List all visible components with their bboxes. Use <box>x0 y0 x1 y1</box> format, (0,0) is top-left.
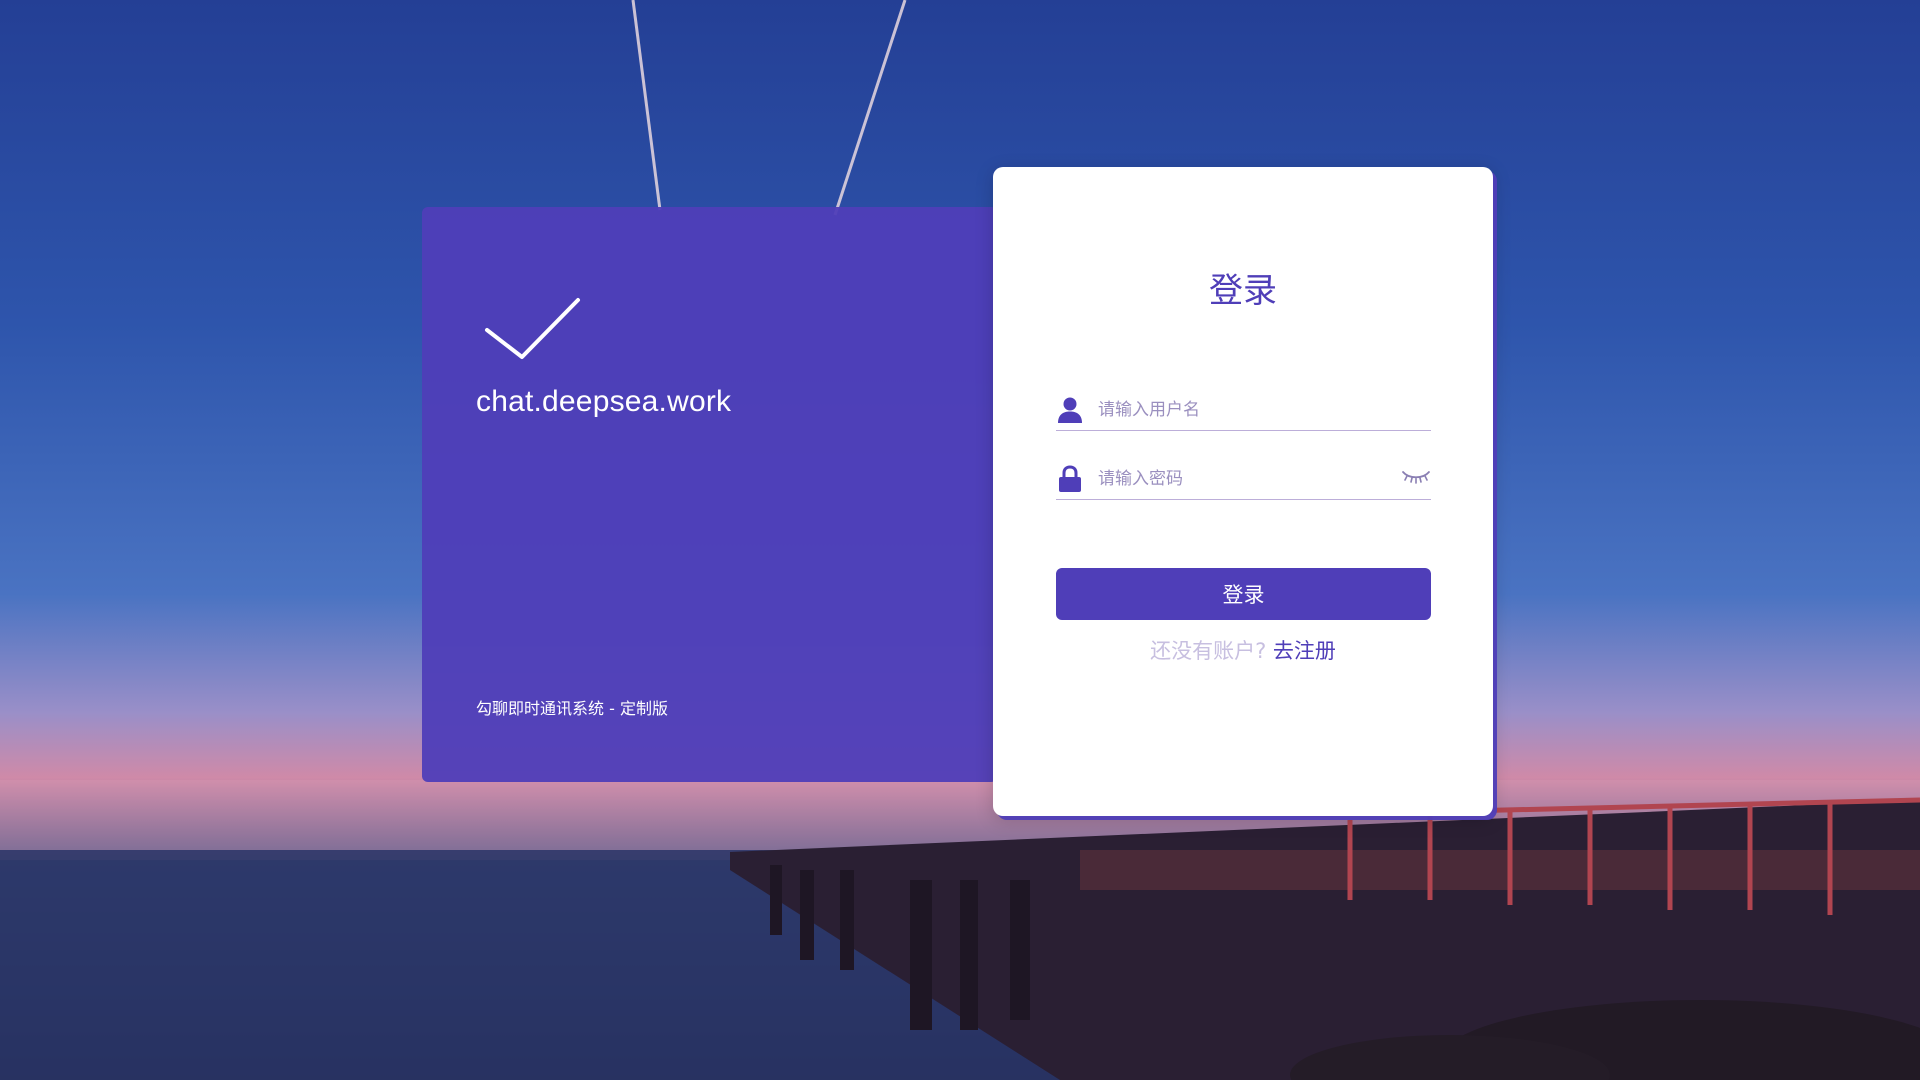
login-panel: 登录 登录 还没有账户? 去注册 <box>993 167 1493 816</box>
register-hint: 还没有账户? <box>1150 639 1267 663</box>
site-title: chat.deepsea.work <box>476 385 732 418</box>
login-title: 登录 <box>1209 271 1277 311</box>
password-input[interactable] <box>1098 465 1398 493</box>
register-link[interactable]: 去注册 <box>1273 639 1336 663</box>
user-icon <box>1058 397 1082 423</box>
checkmark-icon <box>485 298 580 359</box>
brand-panel: chat.deepsea.work 勾聊即时通讯系统 - 定制版 <box>422 207 997 782</box>
username-input[interactable] <box>1098 396 1398 424</box>
lock-icon <box>1059 465 1081 492</box>
password-field <box>1056 459 1431 500</box>
brand-footer: 勾聊即时通讯系统 - 定制版 <box>476 699 668 718</box>
register-row: 还没有账户? 去注册 <box>993 635 1493 665</box>
login-button[interactable]: 登录 <box>1056 568 1431 620</box>
eye-closed-icon[interactable] <box>1401 467 1431 487</box>
username-field <box>1056 390 1431 431</box>
